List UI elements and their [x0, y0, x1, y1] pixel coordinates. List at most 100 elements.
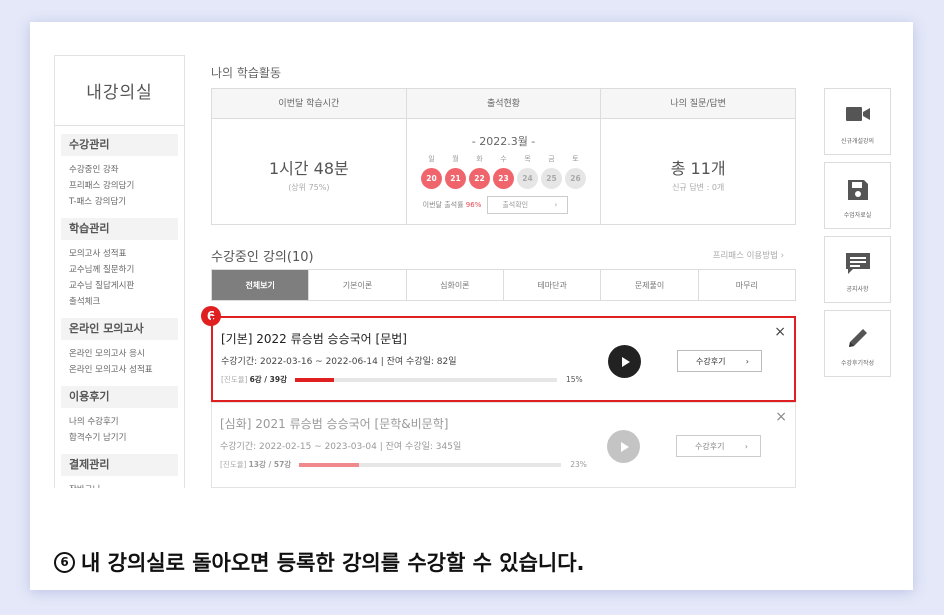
- weekday-label: 금: [548, 155, 555, 163]
- study-time-rank: (상위 75%): [288, 183, 330, 192]
- questions-panel: 나의 질문/답변 총 11개 신규 답변 : 0개: [601, 89, 796, 224]
- attended-day: 22: [469, 168, 490, 189]
- close-icon[interactable]: ×: [774, 324, 786, 340]
- caption-number: 6: [54, 551, 75, 573]
- progress-percent: 15%: [565, 375, 583, 384]
- sidebar-link[interactable]: 교수님 질답게시판: [69, 278, 178, 294]
- study-time-value: 1시간 48분: [268, 159, 349, 178]
- progress-label: [진도율]: [220, 460, 247, 469]
- tab-3[interactable]: 테마단과: [504, 270, 602, 300]
- courses-title: 수강중인 강의(10): [211, 250, 314, 265]
- tab-4[interactable]: 문제풀이: [601, 270, 699, 300]
- quick-write-review[interactable]: 수강후기작성: [824, 310, 891, 377]
- review-button[interactable]: 수강후기 ›: [676, 435, 761, 457]
- activity-stats: 이번달 학습시간 1시간 48분 (상위 75%) 출석현황 - 2022.3월…: [211, 88, 796, 225]
- attended-day: 20: [421, 168, 442, 189]
- calendar-day: 25: [541, 168, 562, 189]
- course-period: 수강기간: 2022-02-15 ~ 2023-03-04 | 잔여 수강일: …: [220, 442, 462, 452]
- play-button[interactable]: [608, 345, 641, 378]
- quick-new-courses[interactable]: 신규개설강의: [824, 88, 891, 155]
- sidebar-link[interactable]: 모의고사 성적표: [69, 246, 178, 262]
- play-button[interactable]: [607, 430, 640, 463]
- quick-notice[interactable]: 공지사항: [824, 236, 891, 303]
- attendance-rate: 이번달 출석률 96%: [422, 201, 482, 209]
- quick-label: 수업자료실: [843, 212, 872, 219]
- review-button[interactable]: 수강후기 ›: [677, 350, 762, 372]
- sidebar-link[interactable]: 수강중인 강좌: [69, 162, 178, 178]
- attendance-month: - 2022.3월 -: [471, 135, 536, 148]
- sidebar-link[interactable]: 온라인 모의고사 응시: [69, 346, 178, 362]
- floppy-disk-icon: [847, 180, 868, 200]
- sidebar-link[interactable]: 프리패스 강의담기: [69, 178, 178, 194]
- play-icon: [620, 441, 629, 452]
- sidebar-group: 수강관리수강중인 강좌 프리패스 강의담기 T-패스 강의담기: [61, 134, 178, 210]
- tab-5[interactable]: 마무리: [699, 270, 795, 300]
- tab-1[interactable]: 기본이론: [309, 270, 407, 300]
- chat-bubble-icon: [845, 253, 870, 274]
- questions-new-answers: 신규 답변 : 0개: [672, 183, 725, 192]
- sidebar-group-head: 이용후기: [61, 386, 178, 408]
- quick-label: 수강후기작성: [840, 360, 875, 367]
- instruction-caption: 6 내 강의실로 돌아오면 등록한 강의를 수강할 수 있습니다.: [54, 547, 585, 577]
- progress-fill: [294, 377, 335, 382]
- quick-materials[interactable]: 수업자료실: [824, 162, 891, 229]
- weekday-label: 토: [572, 155, 579, 163]
- course-card-2: [심화] 2021 류승범 승승국어 [문학&비문학] 수강기간: 2022-0…: [211, 402, 796, 488]
- study-time-panel: 이번달 학습시간 1시간 48분 (상위 75%): [212, 89, 407, 224]
- chevron-right-icon: ›: [745, 356, 749, 366]
- quick-label: 신규개설강의: [840, 138, 875, 145]
- sidebar-group: 결제관리장바구니적립금/쿠폰: [61, 454, 178, 488]
- sidebar-link[interactable]: 나의 수강후기: [69, 414, 178, 430]
- sidebar-link[interactable]: 합격수기 남기기: [69, 430, 178, 446]
- attendance-check-button[interactable]: 출석확인 ›: [487, 196, 569, 214]
- course-period: 수강기간: 2022-03-16 ~ 2022-06-14 | 잔여 수강일: …: [221, 357, 457, 367]
- chevron-right-icon: ›: [554, 201, 558, 209]
- sidebar-link[interactable]: 출석체크: [69, 294, 178, 310]
- sidebar-link[interactable]: 교수님께 질문하기: [69, 262, 178, 278]
- weekday-label: 일: [428, 155, 435, 163]
- weekday-label: 월: [452, 155, 459, 163]
- sidebar-group-head: 수강관리: [61, 134, 178, 156]
- sidebar-title: 내강의실: [55, 56, 184, 126]
- sidebar-group: 이용후기나의 수강후기 합격수기 남기기: [61, 386, 178, 446]
- progress-bar: [299, 462, 562, 467]
- questions-head: 나의 질문/답변: [601, 89, 796, 119]
- sidebar-link[interactable]: 온라인 모의고사 성적표: [69, 362, 178, 378]
- progress-percent: 23%: [570, 460, 587, 469]
- sidebar-group: 온라인 모의고사온라인 모의고사 응시 온라인 모의고사 성적표: [61, 318, 178, 378]
- chevron-right-icon: ›: [780, 251, 784, 261]
- course-name[interactable]: [기본] 2022 류승범 승승국어 [문법]: [221, 330, 407, 347]
- attendance-head: 출석현황: [406, 89, 601, 119]
- weekday-row: 일월화수목금토: [407, 154, 601, 164]
- attended-day: 23: [493, 168, 514, 189]
- pencil-icon: [848, 329, 867, 347]
- chevron-right-icon: ›: [744, 441, 748, 451]
- progress-fill: [299, 462, 360, 467]
- quick-label: 공지사항: [846, 286, 869, 293]
- attendance-days: 20 21 22 23 24 25 26: [407, 168, 601, 189]
- tab-2[interactable]: 심화이론: [407, 270, 504, 300]
- course-tabs: 전체보기 기본이론 심화이론 테마단과 문제풀이 마무리: [211, 269, 796, 301]
- sidebar-link[interactable]: 장바구니: [69, 482, 178, 488]
- attended-day: 21: [445, 168, 466, 189]
- play-icon: [621, 356, 630, 367]
- tab-0[interactable]: 전체보기: [212, 270, 310, 300]
- calendar-day: 24: [517, 168, 538, 189]
- weekday-label: 수: [500, 155, 507, 163]
- video-camera-icon: [845, 107, 870, 121]
- sidebar-link[interactable]: T-패스 강의담기: [69, 194, 178, 210]
- weekday-label: 화: [476, 155, 483, 163]
- caption-text: 내 강의실로 돌아오면 등록한 강의를 수강할 수 있습니다.: [81, 551, 585, 575]
- course-name[interactable]: [심화] 2021 류승범 승승국어 [문학&비문학]: [220, 415, 448, 432]
- progress-count: 6강 / 39강: [249, 375, 287, 384]
- sidebar-group: 학습관리 모의고사 성적표 교수님께 질문하기 교수님 질답게시판 출석체크: [61, 218, 178, 310]
- sidebar-group-head: 온라인 모의고사: [61, 318, 178, 340]
- sidebar: 내강의실 수강관리수강중인 강좌 프리패스 강의담기 T-패스 강의담기학습관리 모의…: [54, 55, 185, 488]
- close-icon[interactable]: ×: [775, 409, 787, 425]
- progress-label: [진도율]: [221, 375, 248, 384]
- attendance-panel: 출석현황 - 2022.3월 - 일월화수목금토 20 21 22 23 24 25 26 …: [406, 89, 602, 224]
- progress-count: 13강 / 57강: [248, 460, 292, 469]
- calendar-day: 26: [565, 168, 586, 189]
- progress-bar: [294, 377, 557, 382]
- freepass-guide-link[interactable]: 프리패스 이용방법 ›: [713, 249, 784, 261]
